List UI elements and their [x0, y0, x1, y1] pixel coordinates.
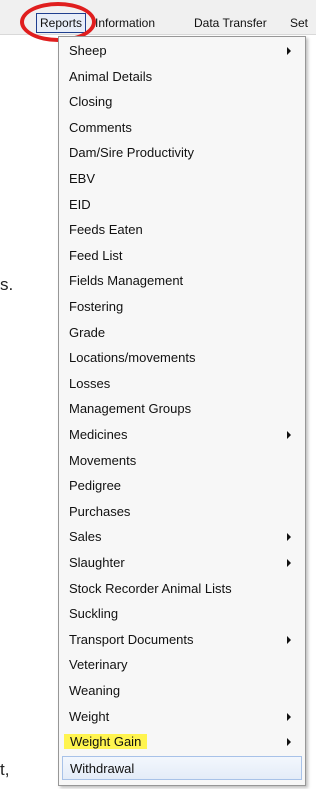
menu-item-label: Closing: [69, 94, 113, 110]
menu-item-stock-recorder-animal-lists[interactable]: Stock Recorder Animal Lists: [62, 577, 302, 601]
menu-item-label: Suckling: [69, 606, 119, 622]
menu-item-label: Withdrawal: [70, 760, 135, 776]
menu-item-withdrawal[interactable]: Withdrawal: [62, 755, 302, 780]
menu-item-label: EBV: [69, 171, 96, 186]
menu-item-losses[interactable]: Losses: [62, 372, 302, 396]
submenu-arrow-icon: [287, 559, 291, 567]
menu-item-sheep[interactable]: Sheep: [62, 39, 302, 63]
menu-item-locations-movements[interactable]: Locations/movements: [62, 346, 302, 370]
menu-item-pedigree[interactable]: Pedigree: [62, 474, 302, 498]
menu-item-label: Pedigree: [69, 478, 122, 494]
menu-item-label: Transport Documents: [69, 631, 194, 647]
menu-bar: Reports Information Data Transfer Set: [0, 0, 316, 35]
background-text-fragment: s.: [0, 275, 14, 294]
menu-item-label: Sales: [69, 529, 102, 545]
menu-item-label: Slaughter: [69, 555, 125, 570]
background-text-fragment: t,: [0, 760, 10, 779]
menu-item-weaning[interactable]: Weaning: [62, 679, 302, 703]
menu-item-label: Grade: [69, 324, 106, 340]
submenu-arrow-icon: [287, 47, 291, 55]
menu-item-management-groups[interactable]: Management Groups: [62, 397, 302, 421]
menu-item-grade[interactable]: Grade: [62, 321, 302, 345]
menu-item-feeds-eaten[interactable]: Feeds Eaten: [62, 218, 302, 242]
menu-item-transport-documents[interactable]: Transport Documents: [62, 628, 302, 652]
menu-item-label: Fields Management: [69, 273, 184, 289]
menu-item-purchases[interactable]: Purchases: [62, 500, 302, 524]
menu-item-label: Veterinary: [69, 657, 128, 673]
menu-item-label: Movements: [69, 452, 137, 468]
menu-item-label: Fostering: [69, 299, 124, 314]
menu-item-label: Weight: [69, 708, 110, 724]
menu-item-comments[interactable]: Comments: [62, 116, 302, 140]
menu-item-label: Sheep: [69, 43, 107, 58]
menu-item-sales[interactable]: Sales: [62, 525, 302, 549]
menu-item-closing[interactable]: Closing: [62, 90, 302, 114]
submenu-arrow-icon: [287, 533, 291, 542]
menu-item-label: Purchases: [69, 503, 131, 519]
menu-item-dam-sire-productivity[interactable]: Dam/Sire Productivity: [62, 141, 302, 165]
menu-item-weight-gain[interactable]: Weight Gain: [62, 730, 302, 754]
submenu-arrow-icon: [287, 738, 291, 747]
submenu-arrow-icon: [287, 635, 291, 644]
menu-item-label: EID: [69, 196, 91, 212]
menu-item-fostering[interactable]: Fostering: [62, 295, 302, 319]
submenu-arrow-icon: [287, 431, 291, 439]
menu-item-label: Losses: [69, 375, 111, 391]
menu-item-label: Feed List: [69, 247, 123, 263]
menu-item-label: Weight Gain: [64, 734, 148, 750]
menu-item-label: Dam/Sire Productivity: [69, 145, 194, 161]
menu-item-label: Weaning: [69, 683, 121, 698]
menu-item-movements[interactable]: Movements: [62, 449, 302, 473]
menu-item-label: Comments: [69, 119, 132, 135]
menu-item-slaughter[interactable]: Slaughter: [62, 551, 302, 575]
menu-item-fields-management[interactable]: Fields Management: [62, 269, 302, 293]
menu-item-label: Locations/movements: [69, 350, 196, 366]
menu-item-suckling[interactable]: Suckling: [62, 602, 302, 626]
menu-item-veterinary[interactable]: Veterinary: [62, 653, 302, 677]
menu-information[interactable]: Information: [95, 14, 155, 32]
menu-item-label: Medicines: [69, 427, 128, 442]
menu-reports[interactable]: Reports: [36, 13, 87, 33]
menu-data-transfer[interactable]: Data Transfer: [194, 14, 267, 32]
menu-item-label: Animal Details: [69, 68, 153, 84]
submenu-arrow-icon: [287, 712, 291, 721]
menu-item-feed-list[interactable]: Feed List: [62, 244, 302, 268]
menu-item-weight[interactable]: Weight: [62, 705, 302, 729]
menu-item-ebv[interactable]: EBV: [62, 167, 302, 191]
menu-item-label: Stock Recorder Animal Lists: [69, 580, 232, 596]
menu-item-label: Management Groups: [69, 401, 192, 417]
menu-item-eid[interactable]: EID: [62, 193, 302, 217]
menu-set[interactable]: Set: [290, 14, 308, 32]
reports-dropdown-menu: Sheep Animal Details Closing Comments Dam/Si…: [58, 36, 306, 786]
menu-item-label: Feeds Eaten: [69, 222, 143, 238]
menu-item-animal-details[interactable]: Animal Details: [62, 65, 302, 89]
menu-item-medicines[interactable]: Medicines: [62, 423, 302, 447]
